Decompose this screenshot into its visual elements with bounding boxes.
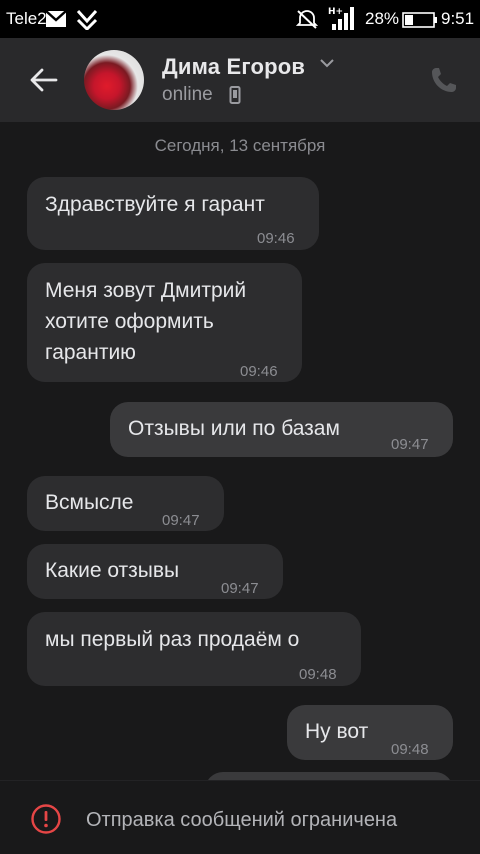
gmail-icon — [45, 10, 67, 33]
chevron-down-icon[interactable] — [318, 56, 336, 74]
message-bubble-incoming[interactable]: мы первый раз продаём о 09:48 — [27, 612, 361, 686]
restriction-banner: Отправка сообщений ограничена — [0, 780, 480, 854]
message-bubble-outgoing[interactable]: Отзывы или по базам 09:47 — [110, 402, 453, 457]
mute-icon — [295, 9, 319, 34]
warning-icon — [30, 803, 62, 835]
message-time: 09:47 — [221, 580, 259, 597]
message-text: мы первый раз продаём о — [45, 628, 300, 651]
date-separator: Сегодня, 13 сентября — [154, 136, 326, 155]
message-bubble-incoming[interactable]: Какие отзывы 09:47 — [27, 544, 283, 599]
message-bubble-incoming[interactable]: Меня зовут Дмитрий хотите оформить гаран… — [27, 263, 302, 382]
message-time: 09:47 — [391, 436, 429, 453]
contact-status: online — [162, 84, 213, 105]
message-bubble-outgoing-partial[interactable] — [205, 772, 453, 780]
network-type-label: H+ — [328, 7, 343, 17]
message-text: Какие отзывы — [45, 559, 180, 582]
restriction-notice: Отправка сообщений ограничена — [86, 809, 398, 831]
signal-icon: H+ — [328, 4, 358, 37]
contact-name[interactable]: Дима Егоров — [162, 54, 305, 80]
carrier-label: Tele2 — [6, 9, 47, 28]
back-arrow-icon — [30, 68, 58, 92]
message-text: Здравствуйте я гарант — [45, 193, 265, 216]
message-bubble-incoming[interactable]: Всмысле 09:47 — [27, 476, 224, 531]
message-text: Всмысле — [45, 491, 134, 514]
message-time: 09:47 — [162, 512, 200, 529]
chat-header: Дима Егоров online — [0, 38, 480, 122]
mobile-phone-icon — [229, 86, 241, 109]
message-bubble-incoming[interactable]: Здравствуйте я гарант 09:46 — [27, 177, 319, 250]
message-list[interactable]: Сегодня, 13 сентября Здравствуйте я гара… — [0, 122, 480, 780]
message-bubble-outgoing[interactable]: Ну вот 09:48 — [287, 705, 453, 760]
avatar[interactable] — [84, 50, 144, 110]
message-text: Ну вот — [305, 720, 369, 743]
status-bar: Tele2 H+ 28% 9:51 — [0, 0, 480, 38]
status-clock: 9:51 — [441, 9, 475, 28]
battery-percent: 28% — [365, 9, 400, 28]
message-time: 09:46 — [240, 363, 278, 380]
call-button[interactable] — [428, 64, 460, 96]
vk-notification-icon — [76, 8, 98, 35]
phone-call-icon — [432, 68, 456, 92]
message-text: Меня зовут Дмитрий хотите оформить гаран… — [45, 279, 247, 364]
back-button[interactable] — [24, 60, 64, 100]
message-time: 09:48 — [299, 666, 337, 683]
message-text: Отзывы или по базам — [128, 417, 340, 440]
battery-icon — [402, 12, 438, 33]
message-time: 09:46 — [257, 230, 295, 247]
message-time: 09:48 — [391, 741, 429, 758]
